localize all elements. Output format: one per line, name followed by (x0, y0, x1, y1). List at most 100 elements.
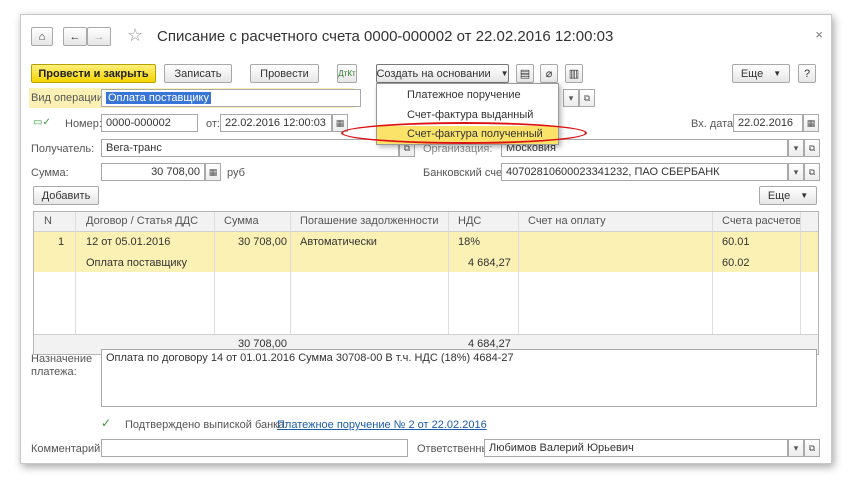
bank-account-dropdown[interactable]: ▾ (788, 163, 804, 181)
row-article[interactable]: Оплата поставщику (86, 257, 187, 269)
responsible-dropdown[interactable]: ▾ (788, 439, 804, 457)
payment-table[interactable]: N Договор / Статья ДДС Сумма Погашение з… (33, 211, 819, 355)
home-icon: ⌂ (38, 30, 46, 43)
row-sum[interactable]: 30 708,00 (238, 236, 287, 248)
col-divider (800, 212, 801, 336)
home-button[interactable]: ⌂ (31, 27, 53, 46)
org-dropdown[interactable]: ▾ (788, 139, 804, 157)
chevron-down-icon: ▾ (568, 92, 574, 103)
paperclip-icon: ⌀ (545, 68, 553, 80)
menu-item-payment-order[interactable]: Платежное поручение (377, 87, 558, 105)
confirmed-checkbox[interactable]: ✓ (101, 416, 111, 430)
comment-input[interactable] (101, 439, 408, 457)
payment-order-link[interactable]: Платежное поручение № 2 от 22.02.2016 (277, 419, 487, 431)
responsible-input[interactable]: Любимов Валерий Юрьевич (484, 439, 788, 457)
recipient-input[interactable]: Вега-транс (101, 139, 399, 157)
col-vat[interactable]: НДС (458, 215, 481, 227)
dt-kt-button[interactable]: ДтКт (337, 64, 357, 83)
table-more-button[interactable]: Еще ▼ (759, 186, 817, 205)
row-n: 1 (58, 236, 65, 248)
table-more-label: Еще (767, 189, 791, 202)
help-button[interactable]: ? (798, 64, 816, 83)
row-account-2[interactable]: 60.02 (722, 257, 750, 269)
chevron-down-icon: ▾ (793, 442, 799, 453)
table-row[interactable]: 1 12 от 05.01.2016 Оплата поставщику 30 … (34, 232, 818, 272)
in-date-input[interactable]: 22.02.2016 (733, 114, 803, 132)
number-input[interactable]: 0000-000002 (101, 114, 198, 132)
calculator-button[interactable]: ▦ (205, 163, 221, 181)
add-row-button[interactable]: Добавить (33, 186, 99, 205)
date-label: от: (206, 118, 220, 130)
row-account-1[interactable]: 60.01 (722, 236, 750, 248)
date-input[interactable]: 22.02.2016 12:00:03 (220, 114, 332, 132)
op-type-value: Оплата поставщику (106, 92, 211, 104)
dt-kt-icon: ДтКт (338, 69, 356, 78)
chevron-down-icon: ▾ (793, 166, 799, 177)
calendar-icon: ▦ (335, 117, 345, 128)
in-date-label: Вх. дата: (691, 118, 737, 130)
op-type-dropdown[interactable]: ▾ (563, 89, 579, 107)
bank-account-input[interactable]: 40702810600023341232, ПАО СБЕРБАНК (501, 163, 788, 181)
forward-button[interactable]: → (87, 27, 111, 46)
row-contract[interactable]: 12 от 05.01.2016 (86, 236, 170, 248)
col-divider (214, 212, 215, 336)
calculator-icon: ▦ (208, 166, 218, 177)
table-header: N Договор / Статья ДДС Сумма Погашение з… (34, 212, 818, 232)
more-button[interactable]: Еще ▼ (732, 64, 790, 83)
save-button[interactable]: Записать (164, 64, 232, 83)
sum-label: Сумма: (31, 167, 69, 179)
attach-button[interactable]: ⌀ (540, 64, 558, 83)
open-icon: ⧉ (808, 442, 816, 453)
create-based-label: Создать на основании (376, 67, 491, 80)
bank-account-open[interactable]: ⧉ (804, 163, 820, 181)
back-button[interactable]: ← (63, 27, 87, 46)
row-vat-rate[interactable]: 18% (458, 236, 480, 248)
col-repay[interactable]: Погашение задолженности (300, 215, 439, 227)
confirmed-label: Подтверждено выпиской банка: (125, 419, 288, 431)
in-date-calendar-button[interactable]: ▦ (803, 114, 819, 132)
sum-input[interactable]: 30 708,00 (101, 163, 205, 181)
more-label: Еще (740, 67, 764, 80)
col-contract[interactable]: Договор / Статья ДДС (86, 215, 198, 227)
col-accounts[interactable]: Счета расчетов (722, 215, 801, 227)
purpose-textarea[interactable]: Оплата по договору 14 от 01.01.2016 Сумм… (101, 349, 817, 407)
posted-status-icon: ▭✓ (33, 117, 51, 128)
op-type-label: Вид операции: (31, 92, 107, 104)
create-based-button[interactable]: Создать на основании ▼ (376, 64, 509, 83)
close-icon[interactable]: × (815, 27, 823, 42)
post-button[interactable]: Провести (250, 64, 319, 83)
triangle-down-icon: ▼ (800, 191, 809, 200)
arrow-left-icon: ← (69, 30, 81, 43)
open-icon: ⧉ (808, 142, 816, 153)
row-vat-sum[interactable]: 4 684,27 (468, 257, 511, 269)
document-icon: ▤ (519, 68, 531, 80)
col-sum[interactable]: Сумма (224, 215, 259, 227)
org-open[interactable]: ⧉ (804, 139, 820, 157)
report-button[interactable]: ▤ (516, 64, 534, 83)
op-type-field[interactable]: Оплата поставщику (101, 89, 361, 107)
comment-label: Комментарий: (31, 443, 104, 455)
chevron-down-icon: ▾ (793, 142, 799, 153)
print-button[interactable]: ▥ (565, 64, 583, 83)
triangle-down-icon: ▼ (773, 69, 782, 78)
post-and-close-button[interactable]: Провести и закрыть (31, 64, 156, 83)
calendar-icon: ▦ (806, 117, 816, 128)
col-n[interactable]: N (44, 215, 52, 227)
recipient-label: Получатель: (31, 143, 95, 155)
open-icon: ⧉ (808, 166, 816, 177)
col-divider (518, 212, 519, 336)
printer-icon: ▥ (568, 68, 580, 80)
row-repay[interactable]: Автоматически (300, 236, 377, 248)
purpose-label: Назначение платежа: (31, 353, 93, 378)
document-window: ⌂ ← → ☆ Списание с расчетного счета 0000… (20, 14, 832, 464)
triangle-down-icon: ▼ (500, 69, 509, 78)
responsible-open[interactable]: ⧉ (804, 439, 820, 457)
col-divider (75, 212, 76, 336)
currency-label: руб (227, 167, 245, 179)
col-divider (712, 212, 713, 336)
star-icon[interactable]: ☆ (127, 25, 143, 46)
col-invoice[interactable]: Счет на оплату (528, 215, 606, 227)
op-type-open[interactable]: ⧉ (579, 89, 595, 107)
red-highlight-ellipse (341, 122, 587, 144)
bank-account-label: Банковский счет: (423, 167, 510, 179)
